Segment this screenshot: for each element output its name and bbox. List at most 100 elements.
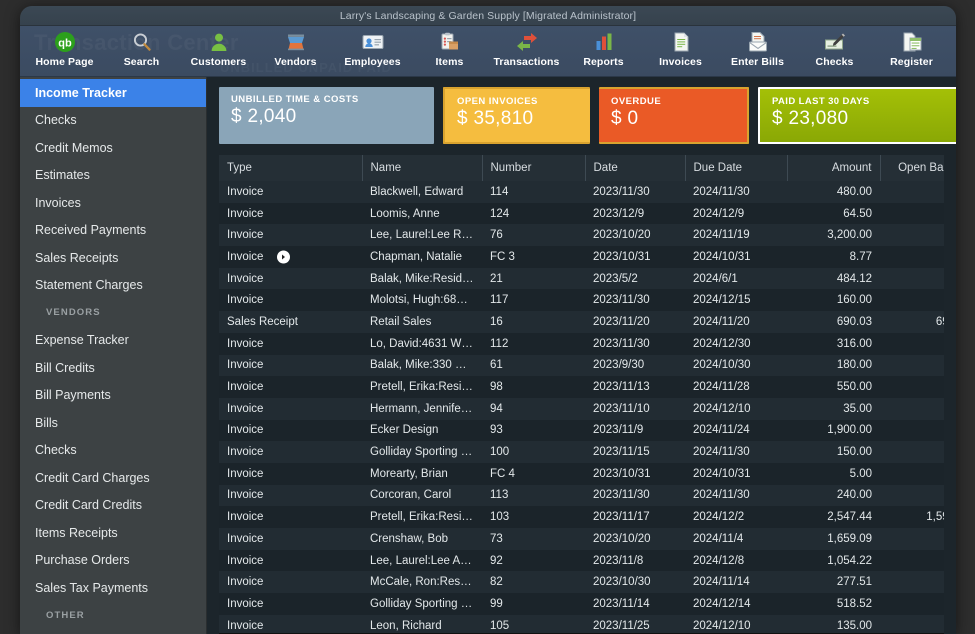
kpi-card-row: UNBILLED TIME & COSTS $ 2,040 OPEN INVOI… [207, 77, 956, 155]
table-row[interactable]: InvoiceEcker Design932023/11/92024/11/24… [219, 420, 944, 442]
column-header-due[interactable]: Due Date [685, 155, 787, 181]
sidebar-item-expense-tracker[interactable]: Expense Tracker [20, 327, 206, 355]
cell-due: 2024/11/30 [685, 181, 787, 203]
cell-due: 2024/11/19 [685, 224, 787, 246]
kpi-card-unbilled-time-and-costs[interactable]: UNBILLED TIME & COSTS $ 2,040 [219, 87, 434, 144]
toolbar-button-reports[interactable]: Reports [565, 30, 642, 68]
kpi-card-label: UNBILLED TIME & COSTS [231, 94, 422, 105]
cell-balance: 690.03 [880, 311, 944, 333]
sidebar-item-bills[interactable]: Bills [20, 409, 206, 437]
sidebar-item-credit-memos[interactable]: Credit Memos [20, 134, 206, 162]
kpi-card-label: PAID LAST 30 DAYS [772, 96, 949, 107]
toolbar-button-vendors[interactable]: Vendors [257, 30, 334, 68]
cell-type: Invoice [219, 224, 362, 246]
sidebar-item-checks[interactable]: Checks [20, 437, 206, 465]
table-row[interactable]: InvoiceBalak, Mike:330 Mai…612023/9/3020… [219, 355, 944, 377]
toolbar-button-home-page[interactable]: qb Home Page [26, 30, 103, 68]
cell-type: Sales Receipt [219, 311, 362, 333]
cell-amount: 180.00 [787, 355, 880, 377]
toolbar-button-items[interactable]: Items [411, 30, 488, 68]
table-row[interactable]: InvoiceMolotsi, Hugh:6856…1172023/11/302… [219, 289, 944, 311]
cell-number: 76 [482, 224, 585, 246]
toolbar-button-checks[interactable]: Checks [796, 30, 873, 68]
cell-type: Invoice [219, 463, 362, 485]
table-row[interactable]: InvoicePretell, Erika:Reside…1032023/11/… [219, 506, 944, 528]
toolbar-button-transactions[interactable]: Transactions [488, 30, 565, 68]
table-row[interactable]: InvoiceHermann, Jennifer:R…942023/11/102… [219, 398, 944, 420]
table-body: InvoiceBlackwell, Edward1142023/11/30202… [219, 181, 944, 634]
sidebar-item-credit-card-charges[interactable]: Credit Card Charges [20, 464, 206, 492]
table-row[interactable]: Sales ReceiptRetail Sales162023/11/20202… [219, 311, 944, 333]
toolbar-button-employees[interactable]: Employees [334, 30, 411, 68]
column-header-name[interactable]: Name [362, 155, 482, 181]
toolbar-button-customers[interactable]: Customers [180, 30, 257, 68]
toolbar-button-search[interactable]: Search [103, 30, 180, 68]
cell-name: Pretell, Erika:Reside… [362, 506, 482, 528]
cell-amount: 160.00 [787, 289, 880, 311]
cell-balance: 0.00 [880, 333, 944, 355]
sidebar-item-purchase-orders[interactable]: Purchase Orders [20, 547, 206, 575]
table-row[interactable]: InvoiceLee, Laurel:Lee Adve…922023/11/82… [219, 550, 944, 572]
sidebar-item-estimates[interactable]: Estimates [20, 162, 206, 190]
cell-amount: 550.00 [787, 376, 880, 398]
sidebar-item-items-receipts[interactable]: Items Receipts [20, 519, 206, 547]
cell-balance: 0.00 [880, 441, 944, 463]
table-row[interactable]: InvoiceLoomis, Anne1242023/12/92024/12/9… [219, 203, 944, 225]
toolbar-button-register[interactable]: Register [873, 30, 950, 68]
column-header-number[interactable]: Number [482, 155, 585, 181]
kpi-card-overdue[interactable]: OVERDUE $ 0 [599, 87, 749, 144]
table-row[interactable]: InvoiceBlackwell, Edward1142023/11/30202… [219, 181, 944, 203]
cell-type: Invoice [219, 181, 362, 203]
cell-type: Invoice [219, 593, 362, 615]
table-row[interactable]: InvoiceMorearty, BrianFC 42023/10/312024… [219, 463, 944, 485]
ledger-icon [899, 30, 925, 54]
column-header-date[interactable]: Date [585, 155, 685, 181]
column-header-amount[interactable]: Amount [787, 155, 880, 181]
cell-number: 100 [482, 441, 585, 463]
sidebar-item-bill-credits[interactable]: Bill Credits [20, 354, 206, 382]
column-header-balance[interactable]: Open Balance [880, 155, 944, 181]
table-row[interactable]: InvoiceChapman, NatalieFC 32023/10/31202… [219, 246, 944, 268]
toolbar-button-invoices[interactable]: Invoices [642, 30, 719, 68]
sidebar-item-invoices[interactable]: Invoices [20, 189, 206, 217]
cell-number: 82 [482, 571, 585, 593]
sidebar-item-sales-tax-payments[interactable]: Sales Tax Payments [20, 574, 206, 602]
table-row[interactable]: InvoiceGolliday Sporting Go…992023/11/14… [219, 593, 944, 615]
cell-due: 2024/11/4 [685, 528, 787, 550]
sidebar-item-statement-charges[interactable]: Statement Charges [20, 272, 206, 300]
cell-amount: 1,054.22 [787, 550, 880, 572]
kpi-card-open-invoices[interactable]: OPEN INVOICES $ 35,810 [443, 87, 590, 144]
table-row[interactable]: InvoiceLo, David:4631 W In…1122023/11/30… [219, 333, 944, 355]
sidebar-item-checks[interactable]: Checks [20, 107, 206, 135]
table-row[interactable]: InvoiceCrenshaw, Bob732023/10/202024/11/… [219, 528, 944, 550]
cell-date: 2023/11/30 [585, 485, 685, 507]
cell-due: 2024/11/14 [685, 571, 787, 593]
cell-date: 2023/11/15 [585, 441, 685, 463]
sidebar-item-bill-payments[interactable]: Bill Payments [20, 382, 206, 410]
sidebar-item-received-payments[interactable]: Received Payments [20, 217, 206, 245]
toolbar-button-enter-bills[interactable]: Enter Bills [719, 30, 796, 68]
table-row[interactable]: InvoiceGolliday Sporting Go…1002023/11/1… [219, 441, 944, 463]
cell-name: Golliday Sporting Go… [362, 593, 482, 615]
toolbar-label: Employees [344, 56, 400, 68]
table-row[interactable]: InvoiceMcCale, Ron:Reside…822023/10/3020… [219, 571, 944, 593]
cell-number: 113 [482, 485, 585, 507]
sidebar-item-income-tracker[interactable]: Income Tracker [20, 79, 206, 107]
table-row[interactable]: InvoicePretell, Erika:Reside…982023/11/1… [219, 376, 944, 398]
sidebar-item-credit-card-credits[interactable]: Credit Card Credits [20, 492, 206, 520]
table-row[interactable]: InvoiceLeon, Richard1052023/11/252024/12… [219, 615, 944, 634]
column-header-type[interactable]: Type [219, 155, 362, 181]
cell-name: Balak, Mike:Resident… [362, 268, 482, 290]
row-action-arrow-icon[interactable] [277, 250, 290, 263]
cell-date: 2023/11/30 [585, 181, 685, 203]
kpi-card-paid-last-30-days[interactable]: PAID LAST 30 DAYS $ 23,080 [758, 87, 956, 144]
table-row[interactable]: InvoiceBalak, Mike:Resident…212023/5/220… [219, 268, 944, 290]
cell-number: 124 [482, 203, 585, 225]
toolbar-label: Search [124, 56, 160, 68]
sidebar-item-sales-receipts[interactable]: Sales Receipts [20, 244, 206, 272]
table-row[interactable]: InvoiceLee, Laurel:Lee Resi…762023/10/20… [219, 224, 944, 246]
cell-balance: 0.00 [880, 463, 944, 485]
cell-number: 93 [482, 420, 585, 442]
table-row[interactable]: InvoiceCorcoran, Carol1132023/11/302024/… [219, 485, 944, 507]
cell-number: 94 [482, 398, 585, 420]
